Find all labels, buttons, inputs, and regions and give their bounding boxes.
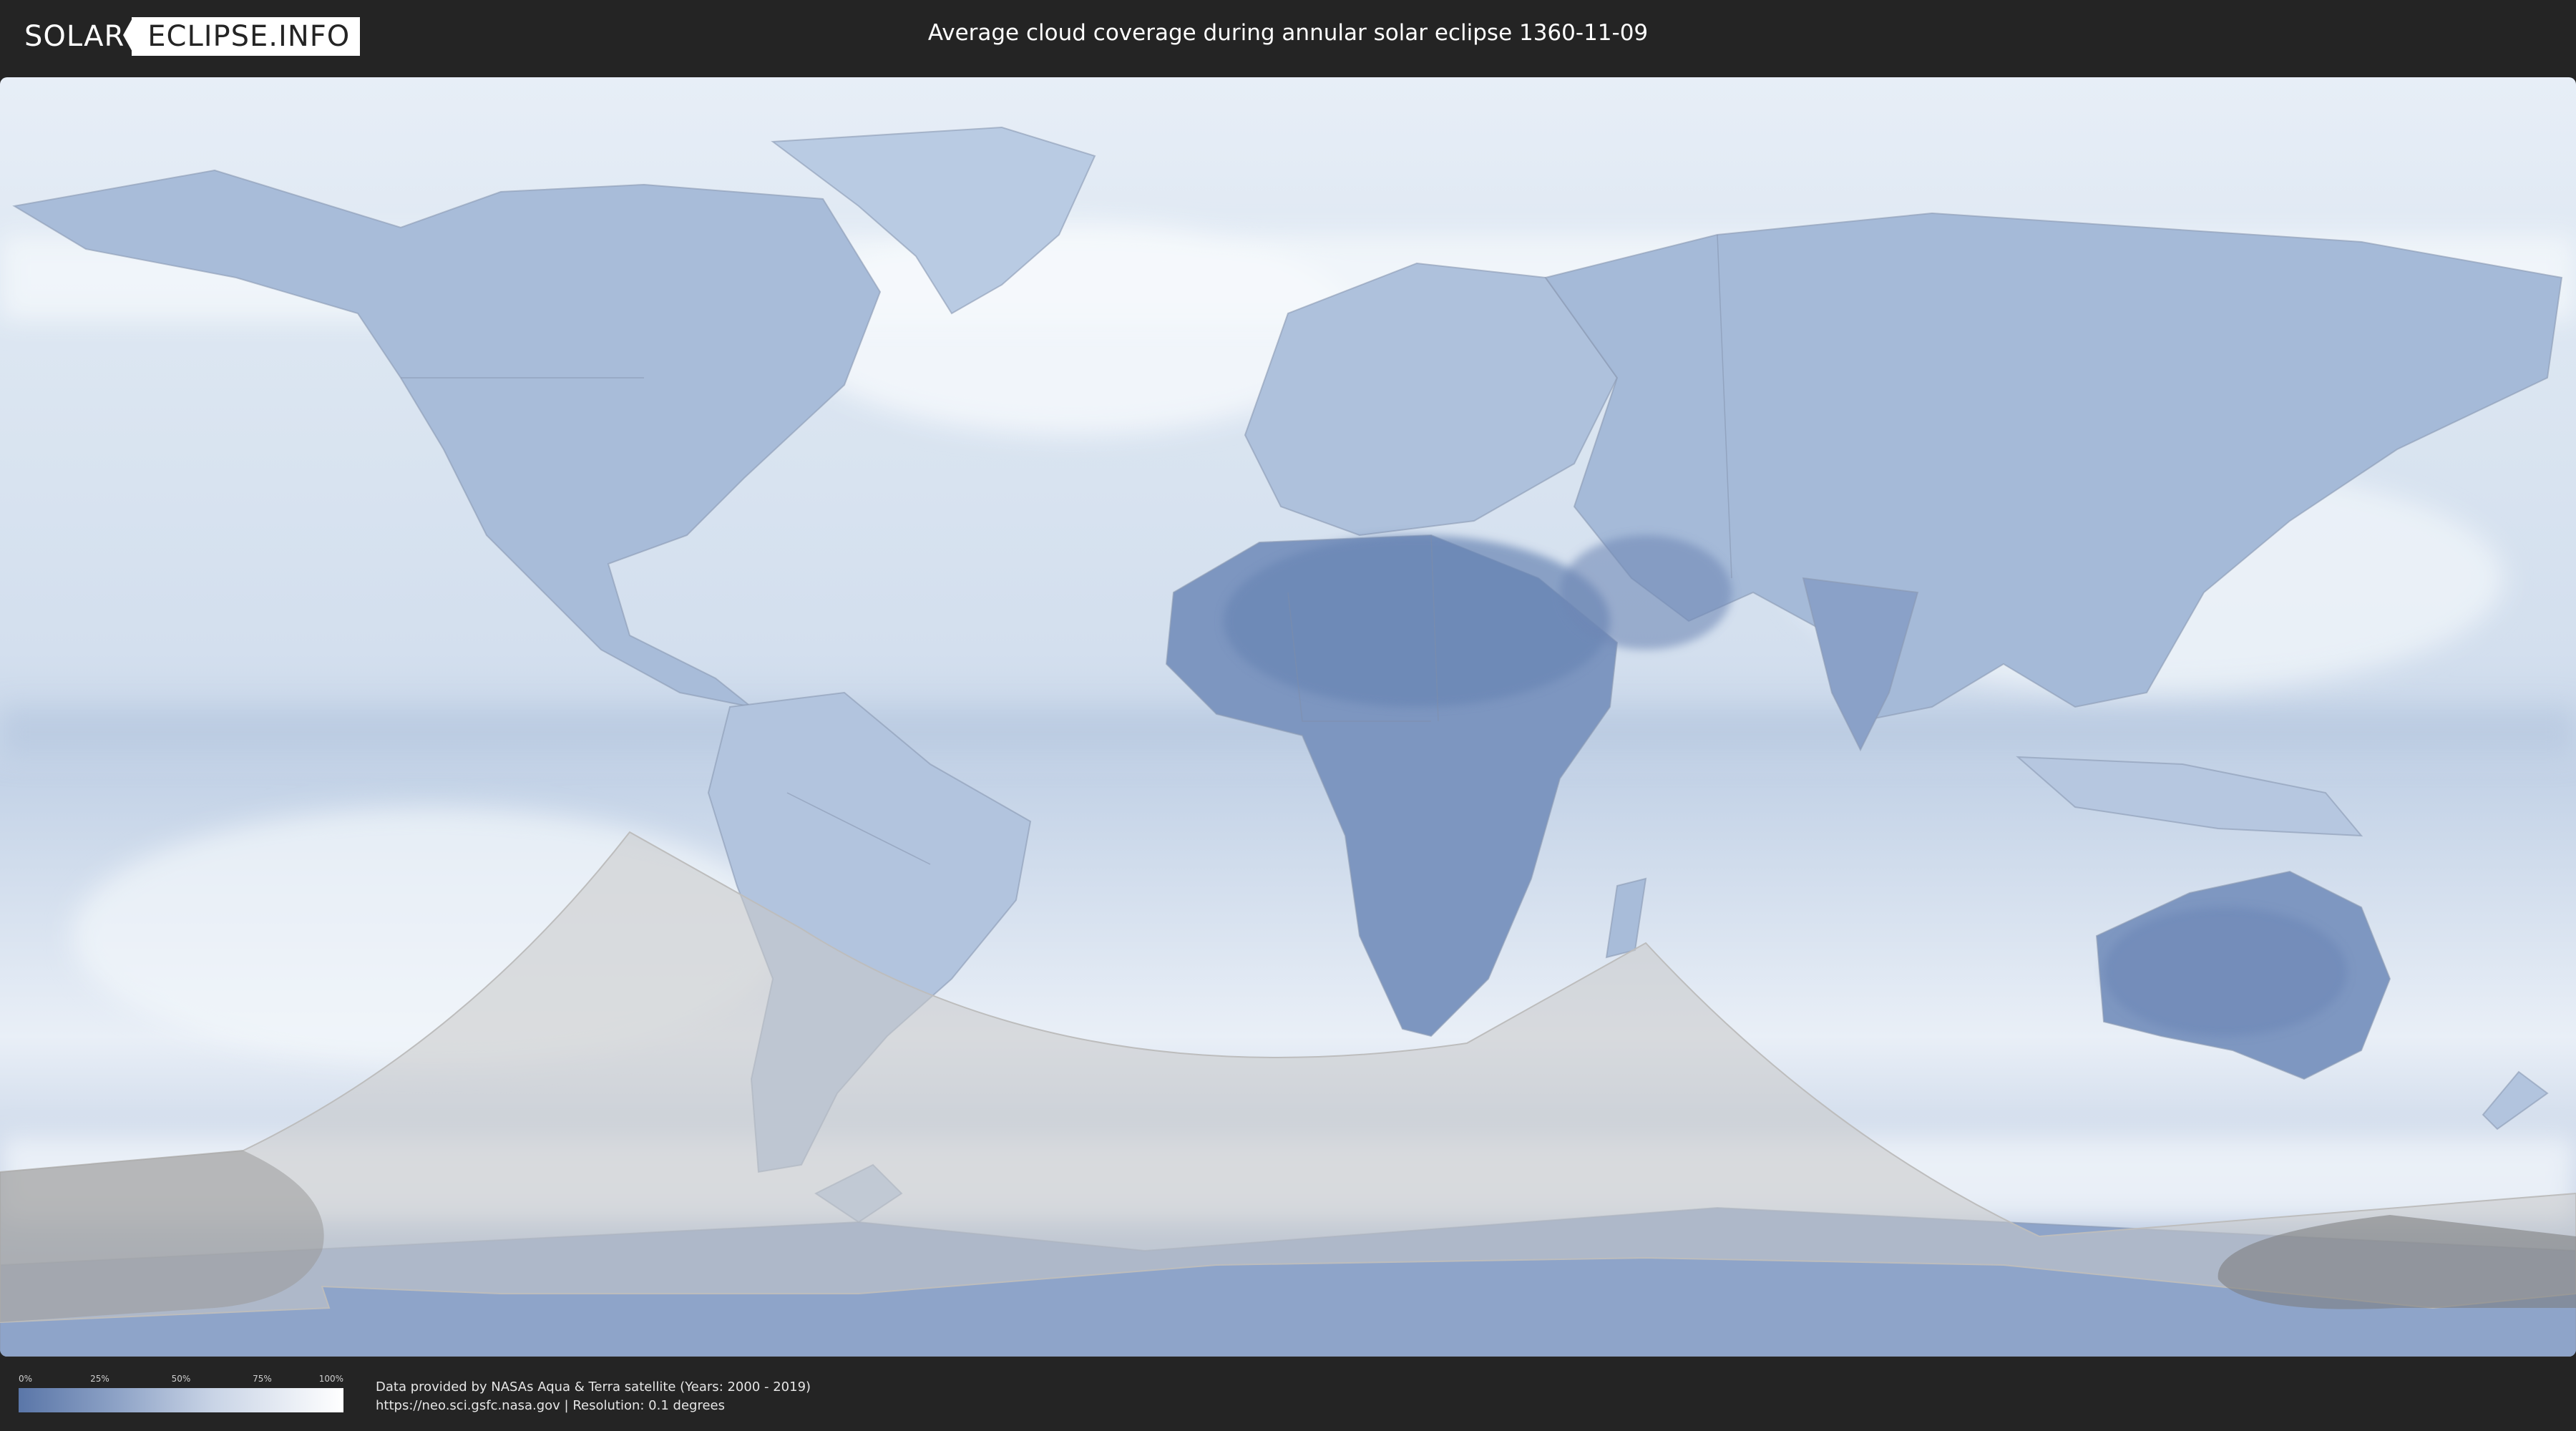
credits-line-2[interactable]: https://neo.sci.gsfc.nasa.gov | Resoluti… [376,1397,811,1415]
legend-label-25: 25% [90,1374,109,1384]
page-title: Average cloud coverage during annular so… [927,20,1649,46]
legend-labels: 0% 25% 50% 75% 100% [19,1374,343,1388]
legend-label-50: 50% [171,1374,191,1384]
credits-line-1: Data provided by NASAs Aqua & Terra sate… [376,1379,811,1395]
legend-color-bar [19,1388,343,1412]
cloud-coverage-legend: 0% 25% 50% 75% 100% [19,1374,343,1412]
data-credits: Data provided by NASAs Aqua & Terra sate… [376,1378,811,1415]
legend-label-75: 75% [253,1374,272,1384]
cloud-coverage-map[interactable] [0,77,2576,1357]
header-bar: SOLAR ECLIPSE.INFO Average cloud coverag… [0,0,2576,72]
map-canvas [0,77,2576,1357]
legend-label-100: 100% [318,1374,343,1384]
legend-label-0: 0% [19,1374,33,1384]
